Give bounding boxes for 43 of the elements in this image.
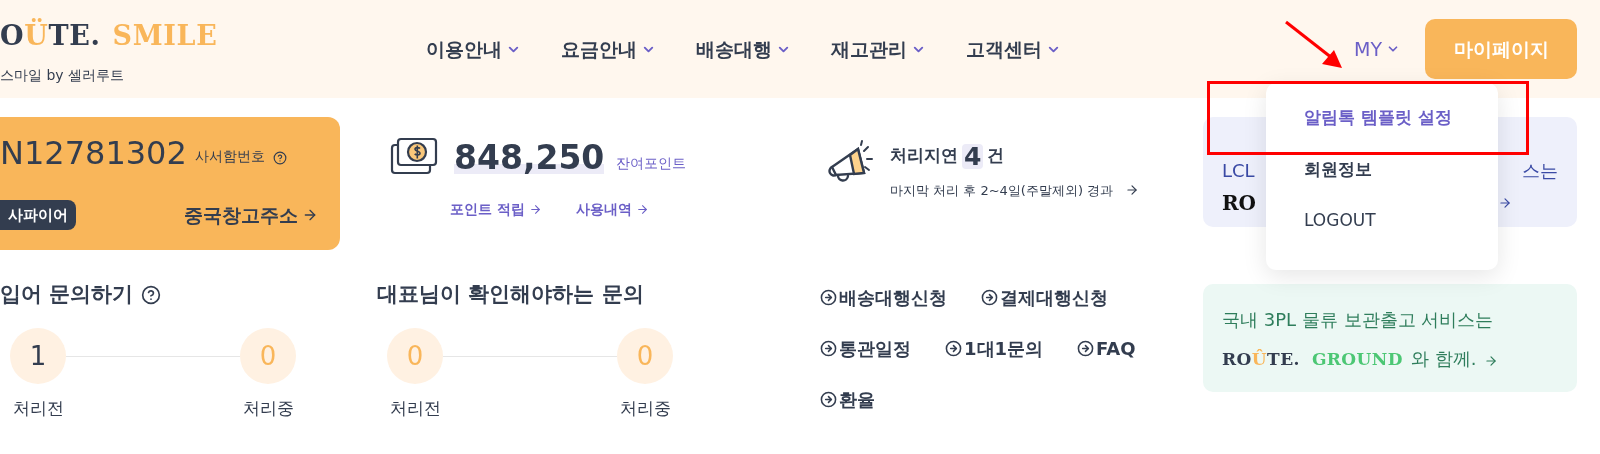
quick-link[interactable]: 환율 xyxy=(820,386,875,413)
logo-subtitle: 스마일 by 셀러루트 xyxy=(0,65,126,85)
logo-text: RO xyxy=(1222,190,1257,217)
delay-title: 처리지연 xyxy=(890,144,958,167)
logo-text: OÜTE. xyxy=(0,17,101,54)
dropdown-item[interactable]: 회원정보 xyxy=(1304,156,1498,182)
logo-accent: GROUND xyxy=(1311,347,1403,371)
section-title: 대표님이 확인해야하는 문의 xyxy=(377,281,644,309)
nav-menu[interactable]: 배송대행 xyxy=(696,34,791,64)
dropdown-item[interactable]: 알림톡 템플릿 설정 xyxy=(1304,105,1498,131)
quick-link[interactable]: FAQ xyxy=(1077,335,1136,362)
ground-banner[interactable]: 국내 3PL 물류 보관출고 서비스는 ROÛTE. GROUND 와 함께. xyxy=(1203,284,1577,392)
step-label: 처리중 xyxy=(619,397,671,420)
logo-accent: SMILE xyxy=(112,19,218,54)
nav-menu[interactable]: 재고관리 xyxy=(831,34,926,64)
logo-text: ROÛTE. xyxy=(1222,347,1300,371)
nav-menu[interactable]: 고객센터 xyxy=(966,34,1061,64)
mailbox-label: 사서함번호 xyxy=(194,147,265,166)
quick-link[interactable]: 결제대행신청 xyxy=(981,284,1108,311)
quick-link[interactable]: 배송대행신청 xyxy=(820,284,947,311)
my-menu[interactable]: MY xyxy=(1354,34,1400,64)
step-label: 처리전 xyxy=(389,397,441,420)
dropdown-item[interactable]: LOGOUT xyxy=(1304,208,1498,234)
delay-note-link[interactable]: 마지막 처리 후 2~4일(주말제외) 경과 xyxy=(890,180,1140,200)
mailbox-number: N12781302 xyxy=(0,137,187,169)
quick-link[interactable]: 통관일정 xyxy=(820,335,911,362)
warehouse-address-link[interactable]: 중국창고주소 xyxy=(184,200,318,229)
grade-badge: 사파이어 xyxy=(0,199,76,230)
delay-count: 4 xyxy=(962,143,984,169)
banner-text: LCL xyxy=(1222,159,1255,183)
banner-text: 와 함께. xyxy=(1411,347,1477,371)
quick-link[interactable]: 1대1문의 xyxy=(945,335,1044,362)
points-label: 잔여포인트 xyxy=(616,153,687,173)
points-link[interactable]: 포인트 적립 xyxy=(450,199,542,220)
banner-text: 국내 3PL 물류 보관출고 서비스는 xyxy=(1222,308,1495,332)
nav-menu[interactable]: 요금안내 xyxy=(561,34,656,64)
step-label: 처리중 xyxy=(242,397,294,420)
nav-menu[interactable]: 이용안내 xyxy=(426,34,521,64)
points-link[interactable]: 사용내역 xyxy=(575,199,649,220)
section-title: 입어 문의하기 xyxy=(0,281,134,309)
banner-text: 스는 xyxy=(1522,159,1558,183)
delay-unit: 건 xyxy=(987,144,1005,167)
step-label: 처리전 xyxy=(12,397,64,420)
